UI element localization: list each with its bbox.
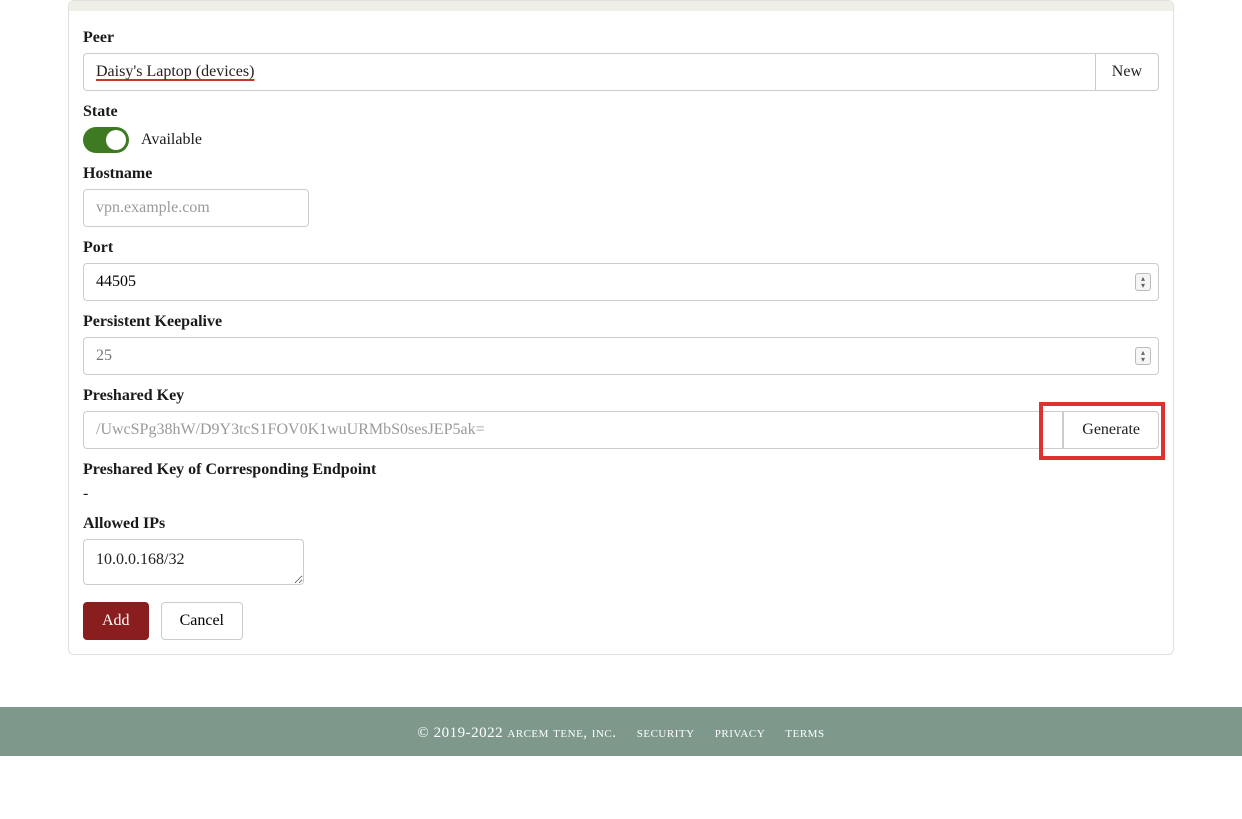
add-button[interactable]: Add <box>83 602 149 640</box>
footer: © 2019-2022 arcem tene, inc. security pr… <box>0 707 1242 756</box>
port-stepper[interactable]: ▴▾ <box>1135 273 1151 291</box>
footer-link-privacy[interactable]: privacy <box>715 725 765 741</box>
psk-label: Preshared Key <box>83 387 1159 405</box>
footer-link-security[interactable]: security <box>637 725 695 741</box>
new-peer-button[interactable]: New <box>1095 53 1159 91</box>
card-header-bar <box>69 1 1173 11</box>
state-text: Available <box>141 131 202 149</box>
allowed-ips-label: Allowed IPs <box>83 515 1159 533</box>
footer-link-terms[interactable]: terms <box>785 725 824 741</box>
state-label: State <box>83 103 1159 121</box>
cancel-button[interactable]: Cancel <box>161 602 243 640</box>
allowed-ips-input[interactable] <box>83 539 304 585</box>
peer-input[interactable] <box>83 53 1095 91</box>
keepalive-stepper[interactable]: ▴▾ <box>1135 347 1151 365</box>
psk-input[interactable] <box>83 411 1063 449</box>
peer-label: Peer <box>83 29 1159 47</box>
generate-button[interactable]: Generate <box>1063 411 1159 449</box>
psk-corr-label: Preshared Key of Corresponding Endpoint <box>83 461 1159 479</box>
psk-corr-value: - <box>83 485 1159 503</box>
hostname-label: Hostname <box>83 165 1159 183</box>
port-label: Port <box>83 239 1159 257</box>
state-toggle[interactable] <box>83 127 129 153</box>
keepalive-label: Persistent Keepalive <box>83 313 1159 331</box>
hostname-input[interactable] <box>83 189 309 227</box>
form-card: Peer New State Available Hostname <box>68 0 1174 655</box>
keepalive-input[interactable] <box>83 337 1159 375</box>
copyright: © 2019-2022 arcem tene, inc. <box>417 725 616 741</box>
port-input[interactable] <box>83 263 1159 301</box>
toggle-knob <box>106 130 126 150</box>
